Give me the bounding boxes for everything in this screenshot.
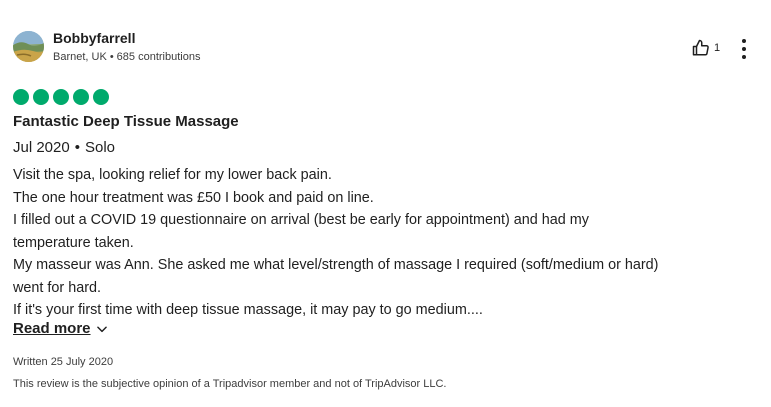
review-body: Visit the spa, looking relief for my low… [13, 164, 763, 322]
reviewer-location: Barnet, UK [53, 51, 107, 63]
rating-bubble-icon [53, 89, 69, 105]
review-disclaimer: This review is the subjective opinion of… [13, 378, 447, 390]
review-title[interactable]: Fantastic Deep Tissue Massage [13, 113, 239, 130]
chevron-down-icon [96, 326, 107, 332]
rating-bubble-icon [13, 89, 29, 105]
trip-info: Jul 2020 • Solo [13, 139, 115, 156]
trip-separator: • [74, 139, 80, 156]
trip-type: Solo [84, 139, 116, 156]
vertical-ellipsis-icon [742, 55, 746, 59]
more-options-button[interactable] [736, 39, 752, 59]
review-text-line: temperature taken. [13, 234, 134, 251]
rating-bubble-icon [93, 89, 109, 105]
review-text-line: I filled out a COVID 19 questionnaire on… [13, 212, 589, 228]
review-text-line: Visit the spa, looking relief for my low… [13, 167, 332, 183]
helpful-count: 1 [714, 42, 721, 54]
rating-bubble-icon [73, 89, 89, 105]
review-text-line: If it's your first time with deep tissue… [13, 302, 483, 318]
review-text-line: The one hour treatment was £50 I book an… [13, 189, 374, 206]
review-card: Bobbyfarrell Barnet, UK • 685 contribution… [0, 0, 771, 407]
rating-bubbles [13, 89, 109, 105]
helpful-vote-button[interactable]: 1 [692, 39, 720, 57]
reviewer-meta: Barnet, UK • 685 contributions [53, 51, 200, 63]
read-more-button[interactable]: Read more [13, 320, 109, 337]
written-date: Written 25 July 2020 [13, 356, 114, 368]
review-text-line: My masseur was Ann. She asked me what le… [13, 257, 659, 273]
vertical-ellipsis-icon [742, 47, 746, 51]
trip-date: Jul 2020 [13, 139, 70, 156]
meta-separator: • [109, 51, 114, 63]
rating-bubble-icon [33, 89, 49, 105]
avatar-landscape-icon [13, 31, 44, 62]
user-avatar[interactable] [13, 31, 44, 62]
read-more-label: Read more [13, 320, 91, 337]
vertical-ellipsis-icon [742, 39, 746, 43]
review-text-line: went for hard. [13, 279, 101, 296]
reviewer-contributions: 685 contributions [116, 51, 201, 63]
reviewer-username[interactable]: Bobbyfarrell [53, 30, 135, 46]
thumbs-up-icon [692, 39, 709, 56]
